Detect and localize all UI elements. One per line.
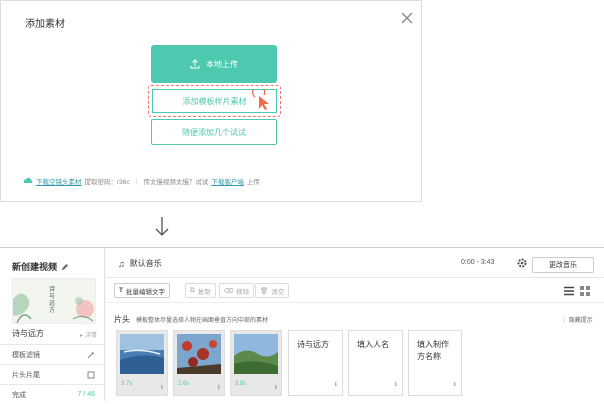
change-music-label: 更改音乐	[549, 262, 577, 269]
text-icon: T	[119, 287, 123, 294]
clip-toolbar: T 批量编辑文字 ⧉ 复制 ⌫ 移除 🗑 清空	[106, 279, 604, 303]
music-info: ♫ 默认音乐	[118, 258, 162, 269]
thumbnail-title: 诗与远方	[49, 287, 56, 314]
clip-thumbnail-sea	[120, 334, 164, 374]
change-music-button[interactable]: 更改音乐	[532, 257, 594, 273]
cloud-download-icon	[23, 177, 33, 183]
copy-label: 复制	[197, 288, 211, 296]
clear-label: 清空	[271, 288, 285, 296]
download-client-link[interactable]: 下载客户端	[211, 176, 244, 186]
info-icon[interactable]: ℹ	[275, 384, 277, 391]
template-name: 诗与远方	[12, 329, 44, 338]
magic-wand-icon	[87, 351, 95, 358]
remove-label: 移除	[236, 288, 250, 296]
music-bar: ♫ 默认音乐 0:00 - 3:43 更改音乐	[106, 248, 604, 278]
text-card-text: 诗与远方	[297, 340, 329, 349]
random-add-label: 随便添加几个试试	[182, 127, 246, 137]
clip-thumbnail-hills	[234, 334, 278, 374]
trash-icon: 🗑	[260, 287, 269, 295]
eraser-icon: ⌫	[224, 287, 234, 295]
project-title: 新创建视频	[12, 260, 69, 273]
batch-edit-text-button[interactable]: T 批量编辑文字	[114, 283, 170, 298]
clip-thumbnail-flowers	[177, 334, 221, 374]
editor-main: ♫ 默认音乐 0:00 - 3:43 更改音乐 T 批量编辑文字 ⧉ 复制 ⌫	[106, 248, 604, 401]
filter-row[interactable]: 模板滤镜	[0, 344, 105, 364]
batch-edit-text-label: 批量编辑文字	[125, 288, 165, 296]
clear-button[interactable]: 🗑 清空	[255, 283, 290, 298]
info-icon[interactable]: ℹ	[218, 384, 220, 391]
music-name: 默认音乐	[129, 259, 162, 268]
close-icon[interactable]	[400, 11, 414, 25]
progress-row: 完成 7 / 46	[0, 384, 105, 404]
add-material-dialog: 添加素材 本地上传 添加模板样片素材 随便添加几个试试 下载空镜头素材 提取密码…	[0, 0, 422, 202]
extract-code-text: 提取密码：r36c	[84, 179, 130, 186]
music-note-icon: ♫	[118, 258, 125, 269]
text-card[interactable]: 填入人名 ℹ	[348, 330, 403, 396]
remove-button[interactable]: ⌫ 移除	[219, 283, 255, 298]
progress-label: 完成	[12, 391, 26, 399]
filter-label: 模板滤镜	[12, 351, 40, 359]
info-icon[interactable]: ℹ	[161, 384, 163, 391]
intro-outro-row[interactable]: 片头片尾	[0, 364, 105, 384]
list-view-icon[interactable]	[564, 286, 574, 296]
local-upload-label: 本地上传	[206, 59, 238, 69]
clip-card[interactable]: 3.8s ℹ	[230, 330, 282, 396]
hide-tip-link[interactable]: ⋮ 隐藏提示	[561, 315, 593, 324]
upload-icon	[190, 59, 200, 69]
dialog-footer: 下载空镜头素材 提取密码：r36c | 传太慢视频太慢？试试 下载客户端 上传	[23, 176, 260, 186]
download-footage-link[interactable]: 下载空镜头素材	[36, 176, 82, 186]
click-cursor-icon	[252, 89, 269, 110]
info-icon[interactable]: ℹ	[335, 379, 337, 391]
music-time-range: 0:00 - 3:43	[461, 259, 495, 266]
clip-card[interactable]: 3.7s ℹ	[116, 330, 168, 396]
slow-upload-hint: 传太慢视频太慢？试试	[143, 179, 209, 186]
progress-count: 7 / 46	[77, 391, 95, 398]
clip-duration: 3.8s	[235, 381, 247, 387]
upload-suffix-text: 上传	[246, 179, 260, 186]
edit-pencil-icon[interactable]	[61, 263, 69, 271]
intro-outro-label: 片头片尾	[12, 371, 40, 379]
down-arrow-icon	[155, 217, 169, 236]
dialog-title: 添加素材	[25, 19, 65, 30]
template-detail-link[interactable]: ▸ 详情	[80, 330, 97, 339]
text-card-text: 填入人名	[357, 340, 389, 349]
gear-icon[interactable]	[516, 257, 528, 269]
template-thumbnail[interactable]: 诗与远方	[12, 278, 96, 324]
text-card[interactable]: 诗与远方 ℹ	[288, 330, 343, 396]
frame-icon	[87, 371, 95, 378]
info-icon[interactable]: ℹ	[395, 379, 397, 391]
clip-card[interactable]: 2.6s ℹ	[173, 330, 225, 396]
section-tip: 模板整体尽量选择人物在画面垂直方向中部的素材	[136, 318, 269, 324]
section-label: 片头	[114, 315, 130, 324]
copy-button[interactable]: ⧉ 复制	[185, 283, 216, 298]
hide-tip-label: 隐藏提示	[568, 318, 593, 324]
video-editor: 新创建视频 诗与远方 诗与远方 ▸ 详情 模板滤镜 片头片尾 完成 7 / 46…	[0, 247, 604, 401]
grid-view-icon[interactable]	[580, 286, 590, 296]
add-template-sample-label: 添加模板样片素材	[182, 96, 247, 106]
text-card-text: 填入制作方名称	[417, 340, 449, 361]
project-sidebar: 新创建视频 诗与远方 诗与远方 ▸ 详情 模板滤镜 片头片尾 完成 7 / 46	[0, 248, 105, 401]
clip-duration: 3.7s	[121, 381, 133, 387]
random-add-button[interactable]: 随便添加几个试试	[151, 119, 277, 145]
local-upload-button[interactable]: 本地上传	[151, 45, 277, 83]
copy-icon: ⧉	[190, 286, 195, 294]
project-title-text: 新创建视频	[12, 262, 58, 272]
text-card[interactable]: 填入制作方名称 ℹ	[408, 330, 462, 396]
clip-duration: 2.6s	[178, 381, 190, 387]
template-detail-label: 详情	[84, 333, 97, 339]
info-icon[interactable]: ℹ	[454, 379, 456, 391]
